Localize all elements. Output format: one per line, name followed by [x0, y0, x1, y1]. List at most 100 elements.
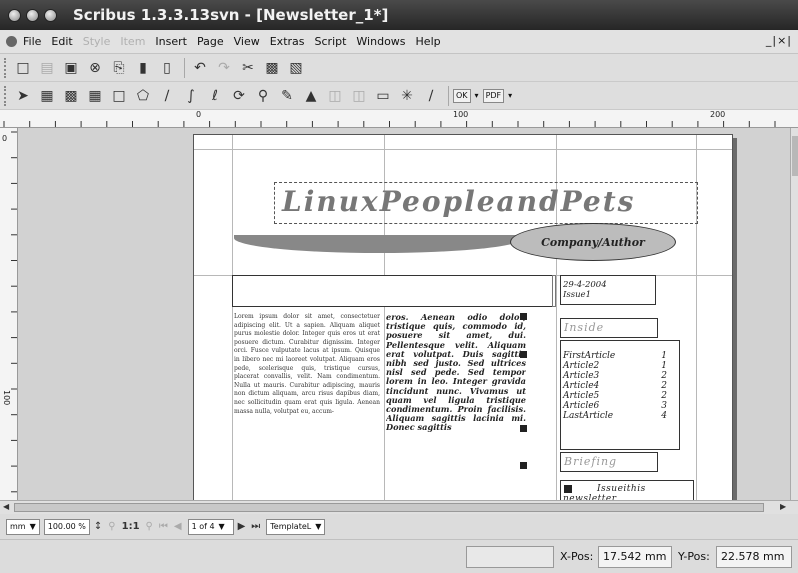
- next-page-icon[interactable]: ▶: [238, 521, 246, 532]
- toc-article: Article6: [563, 401, 600, 411]
- scroll-left-icon[interactable]: ◀: [3, 502, 9, 511]
- menu-insert[interactable]: Insert: [155, 35, 187, 48]
- layer-value: TemplateL: [270, 522, 312, 531]
- new-document-icon[interactable]: □: [12, 57, 34, 79]
- vertical-ruler[interactable]: 0 100: [0, 128, 18, 500]
- title-bar: Scribus 1.3.3.13svn - [Newsletter_1*]: [0, 0, 798, 30]
- toolbar-grip[interactable]: [4, 57, 8, 78]
- layer-select[interactable]: TemplateL ▼: [266, 518, 326, 535]
- pdf-field-tool[interactable]: PDF: [482, 88, 505, 103]
- preflight-icon[interactable]: ▮: [132, 57, 154, 79]
- mdi-window-controls[interactable]: _|×|: [766, 34, 792, 47]
- menu-help[interactable]: Help: [416, 35, 441, 48]
- ruler-label: 100: [2, 390, 11, 406]
- body-text-column-2[interactable]: eros. Aenean odio dolor, tristique quis,…: [386, 313, 526, 500]
- link-frames-icon[interactable]: ◫: [324, 85, 346, 107]
- table-icon[interactable]: ▦: [84, 85, 106, 107]
- frame-handle[interactable]: [520, 351, 527, 358]
- zoom-out-icon[interactable]: ⚲: [108, 521, 115, 532]
- toc-list: FirstArticle 1 Article2 1 Article3 2 Article4 2…: [563, 351, 667, 421]
- polygon-icon[interactable]: ⬠: [132, 85, 154, 107]
- frame-handle[interactable]: [520, 313, 527, 320]
- zoom-in-icon[interactable]: ⚲: [146, 521, 153, 532]
- table-of-contents-frame[interactable]: FirstArticle 1 Article2 1 Article3 2 Article4 2…: [560, 340, 680, 450]
- document-page[interactable]: LinuxPeopleandPets Company/Author 29-4-2…: [193, 134, 733, 500]
- briefing-title-frame[interactable]: Briefing: [560, 452, 658, 472]
- frame-handle[interactable]: [520, 462, 527, 469]
- text-frame-icon[interactable]: ▦: [36, 85, 58, 107]
- chevron-down-icon: ▼: [315, 522, 322, 531]
- edit-text-icon[interactable]: ✎: [276, 85, 298, 107]
- ruler-label: 0: [2, 134, 8, 143]
- minimize-window-button[interactable]: [26, 8, 39, 22]
- toc-article: Article3: [563, 371, 600, 381]
- bullet-square: [564, 485, 572, 493]
- undo-icon[interactable]: ↶: [189, 57, 211, 79]
- story-editor-icon[interactable]: ▲: [300, 85, 322, 107]
- document-canvas[interactable]: LinuxPeopleandPets Company/Author 29-4-2…: [18, 128, 790, 500]
- date-issue-frame[interactable]: 29-4-2004 Issue1: [560, 275, 656, 305]
- unlink-frames-icon[interactable]: ◫: [348, 85, 370, 107]
- eyedropper-icon[interactable]: ∕: [420, 85, 442, 107]
- close-window-button[interactable]: [8, 8, 21, 22]
- horizontal-scroll-thumb[interactable]: [14, 503, 764, 512]
- save-icon[interactable]: ▣: [60, 57, 82, 79]
- menu-edit[interactable]: Edit: [51, 35, 72, 48]
- zoom-icon[interactable]: ⚲: [252, 85, 274, 107]
- print-icon[interactable]: ⎘: [108, 57, 130, 79]
- menu-style[interactable]: Style: [83, 35, 111, 48]
- select-icon[interactable]: ➤: [12, 85, 34, 107]
- last-page-icon[interactable]: ⏭: [251, 521, 260, 532]
- company-author-oval[interactable]: Company/Author: [510, 223, 676, 261]
- zoom-stepper-icon[interactable]: ↕: [94, 521, 102, 532]
- close-icon[interactable]: ⊗: [84, 57, 106, 79]
- decorative-swoosh[interactable]: [234, 235, 524, 253]
- menu-windows[interactable]: Windows: [356, 35, 405, 48]
- margin-guide: [194, 149, 732, 150]
- line-icon[interactable]: ∕: [156, 85, 178, 107]
- image-frame-icon[interactable]: ▩: [60, 85, 82, 107]
- horizontal-ruler[interactable]: 0 100 200: [0, 110, 798, 128]
- unit-select[interactable]: mm ▼: [6, 518, 40, 535]
- body-text-column-1[interactable]: Lorem ipsum dolor sit amet, consectetuer…: [234, 313, 380, 500]
- measure-icon[interactable]: ▭: [372, 85, 394, 107]
- previous-page-icon[interactable]: ◀: [174, 521, 182, 532]
- menu-script[interactable]: Script: [315, 35, 347, 48]
- copy-properties-icon[interactable]: ✳: [396, 85, 418, 107]
- menu-item[interactable]: Item: [120, 35, 145, 48]
- horizontal-scrollbar[interactable]: ◀ ▶: [0, 500, 798, 514]
- chevron-down-icon[interactable]: ▾: [475, 91, 479, 100]
- copy-icon[interactable]: ▩: [261, 57, 283, 79]
- cut-icon[interactable]: ✂: [237, 57, 259, 79]
- open-icon[interactable]: ▤: [36, 57, 58, 79]
- maximize-window-button[interactable]: [44, 8, 57, 22]
- toolbar-grip[interactable]: [4, 85, 8, 106]
- menu-view[interactable]: View: [234, 35, 260, 48]
- page-select[interactable]: 1 of 4 ▼: [187, 518, 234, 535]
- bezier-icon[interactable]: ∫: [180, 85, 202, 107]
- document-menu-icon[interactable]: [6, 36, 17, 47]
- frame-handle[interactable]: [520, 425, 527, 432]
- zoom-1to1-button[interactable]: 1:1: [122, 521, 140, 532]
- first-page-icon[interactable]: ⏮: [159, 521, 168, 532]
- freehand-icon[interactable]: ℓ: [204, 85, 226, 107]
- briefing-text-frame[interactable]: Issueithis newsletter: [560, 480, 694, 500]
- paste-icon[interactable]: ▧: [285, 57, 307, 79]
- vertical-scroll-thumb[interactable]: [792, 136, 798, 176]
- menu-page[interactable]: Page: [197, 35, 224, 48]
- pdf-button-tool[interactable]: OK: [453, 88, 471, 103]
- vertical-scrollbar[interactable]: [790, 128, 798, 500]
- scroll-right-icon[interactable]: ▶: [780, 502, 786, 511]
- empty-text-frame[interactable]: [232, 275, 554, 307]
- zoom-input[interactable]: 100.00 %: [43, 518, 90, 535]
- menu-file[interactable]: File: [23, 35, 41, 48]
- inside-title-frame[interactable]: Inside: [560, 318, 658, 338]
- window-title: Scribus 1.3.3.13svn - [Newsletter_1*]: [73, 6, 389, 24]
- chevron-down-icon[interactable]: ▾: [508, 91, 512, 100]
- toc-page: 4: [661, 411, 667, 421]
- menu-extras[interactable]: Extras: [270, 35, 305, 48]
- redo-icon[interactable]: ↷: [213, 57, 235, 79]
- rotate-icon[interactable]: ⟳: [228, 85, 250, 107]
- shape-icon[interactable]: □: [108, 85, 130, 107]
- pdf-icon[interactable]: ▯: [156, 57, 178, 79]
